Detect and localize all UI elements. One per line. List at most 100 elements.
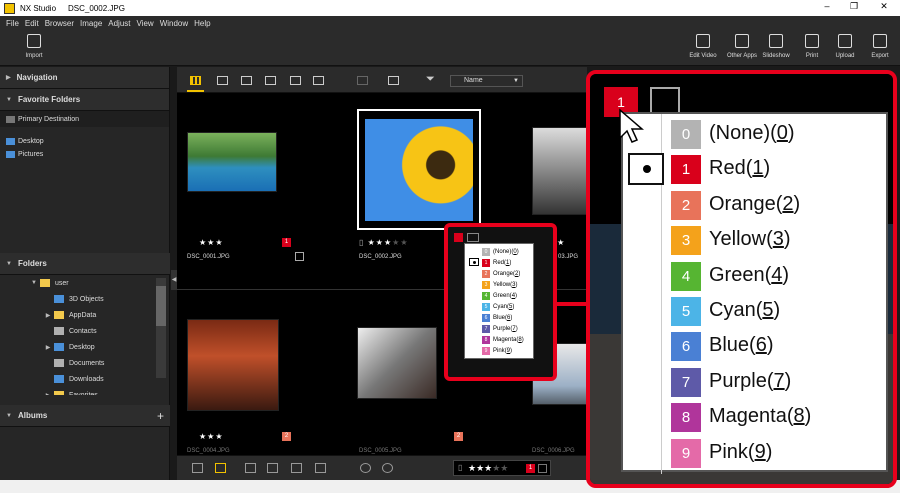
photo-thumbnail-3[interactable] (532, 127, 587, 215)
label-option-green-large[interactable]: 4 Green(4) (623, 259, 888, 294)
label-option-none[interactable]: 0 (None)(0) (466, 246, 532, 257)
folder-tree-item[interactable]: Contacts (0, 323, 170, 339)
menu-edit[interactable]: Edit (25, 19, 39, 28)
rating-control[interactable]: ▯ ★★★★★ 1 (453, 460, 551, 476)
import-button[interactable]: Import (15, 34, 53, 59)
label-option-blue-large[interactable]: 6 Blue(6) (623, 329, 888, 364)
protect-icon[interactable] (538, 464, 547, 473)
label-option-orange-large[interactable]: 2 Orange(2) (623, 188, 888, 223)
color-label-1[interactable]: 1 (282, 238, 291, 247)
label-option-pink-large[interactable]: 9 Pink(9) (623, 436, 888, 471)
rating-stars-1[interactable]: ★★★ (199, 238, 224, 247)
label-option-green[interactable]: 4 Green(4) (466, 290, 532, 301)
photo-thumbnail-1[interactable] (187, 132, 277, 192)
navigation-panel-header[interactable]: ▶ Navigation (0, 67, 169, 89)
compare-icon[interactable] (245, 463, 256, 473)
highlight-icon[interactable] (215, 463, 226, 473)
label-option-none-large[interactable]: 0 (None)(0) (623, 117, 888, 152)
label-option-cyan-large[interactable]: 5 Cyan(5) (623, 294, 888, 329)
favorite-pictures[interactable]: Pictures (0, 148, 169, 161)
menu-window[interactable]: Window (160, 19, 188, 28)
minimize-icon[interactable]: – (820, 1, 834, 11)
folder-tree-item[interactable]: ▶ Favorites (0, 387, 170, 395)
compare-view-icon[interactable] (265, 76, 276, 85)
expand-arrow-icon[interactable]: ▶ (42, 392, 54, 396)
rotate-right-icon[interactable] (382, 463, 393, 473)
list-view-icon[interactable] (217, 76, 228, 85)
close-icon[interactable]: ✕ (877, 1, 891, 12)
menu-view[interactable]: View (137, 19, 154, 28)
label-button-small[interactable] (454, 233, 463, 242)
protect-icon[interactable] (467, 233, 479, 242)
favorite-desktop[interactable]: Desktop (0, 135, 169, 148)
folder-tree-item[interactable]: ▶ Desktop (0, 339, 170, 355)
photo-thumbnail-5[interactable] (357, 327, 437, 399)
folder-tree-item[interactable]: ▶ AppData (0, 307, 170, 323)
rating-stars-2[interactable]: ▯ ★★★★★ (359, 238, 408, 247)
label-option-blue[interactable]: 6 Blue(6) (466, 312, 532, 323)
layout-icon[interactable] (357, 76, 368, 85)
label-option-magenta[interactable]: 8 Magenta(8) (466, 334, 532, 345)
maximize-icon[interactable]: ❐ (847, 1, 861, 12)
edit-video-button[interactable]: Edit Video (684, 34, 722, 59)
stack-icon[interactable] (192, 463, 203, 473)
rating-stars-4[interactable]: ★★★ (199, 432, 224, 441)
photo-thumbnail-4[interactable] (187, 319, 279, 411)
color-label-4[interactable]: 2 (282, 432, 291, 441)
full-screen-icon[interactable] (388, 76, 399, 85)
favorite-folders-header[interactable]: ▼ Favorite Folders (0, 89, 169, 111)
bottom-rating-stars[interactable]: ★★★★★ (468, 463, 508, 474)
bottom-color-label[interactable]: 1 (526, 464, 535, 473)
label-option-purple-large[interactable]: 7 Purple(7) (623, 365, 888, 400)
menu-image[interactable]: Image (80, 19, 102, 28)
folder-tree-item[interactable]: 3D Objects (0, 291, 170, 307)
rotate-left-icon[interactable] (360, 463, 371, 473)
edited-icon (295, 252, 304, 261)
label-option-yellow-large[interactable]: 3 Yellow(3) (623, 223, 888, 258)
folder-tree-item[interactable]: Documents (0, 355, 170, 371)
slideshow-button[interactable]: Slideshow (757, 34, 795, 59)
label-option-text: Orange(2) (493, 270, 521, 277)
single-view-icon[interactable] (241, 76, 252, 85)
label-option-purple[interactable]: 7 Purple(7) (466, 323, 532, 334)
other-apps-button[interactable]: Other Apps (723, 34, 761, 59)
expand-arrow-icon[interactable]: ▶ (42, 344, 54, 351)
folder-label: Favorites (69, 391, 98, 396)
slideshow-icon (769, 34, 783, 48)
label-option-pink[interactable]: 9 Pink(9) (466, 345, 532, 356)
label-option-orange[interactable]: 2 Orange(2) (466, 268, 532, 279)
folder-tree-item[interactable]: Downloads (0, 371, 170, 387)
expand-arrow-icon[interactable]: ▶ (42, 312, 54, 319)
menu-browser[interactable]: Browser (45, 19, 74, 28)
photo-thumbnail-2-selected[interactable] (357, 109, 481, 230)
reject-icon[interactable]: ▯ (458, 463, 462, 472)
info-icon[interactable] (291, 463, 302, 473)
upload-button[interactable]: Upload (826, 34, 864, 59)
label-swatch: 6 (671, 332, 701, 362)
add-album-button[interactable]: + (157, 409, 164, 423)
multi-view-icon[interactable] (290, 76, 301, 85)
primary-destination[interactable]: Primary Destination (0, 111, 169, 127)
menu-adjust[interactable]: Adjust (108, 19, 130, 28)
grid-icon[interactable] (267, 463, 278, 473)
sort-dropdown[interactable]: Name ▼ (450, 75, 523, 87)
label-option-yellow[interactable]: 3 Yellow(3) (466, 279, 532, 290)
folders-header[interactable]: ▼ Folders (0, 253, 170, 275)
histogram-icon[interactable] (315, 463, 326, 473)
label-option-red[interactable]: 1 Red(1) (466, 257, 532, 268)
map-view-icon[interactable] (313, 76, 324, 85)
protect-icon-large[interactable] (650, 87, 680, 115)
expand-arrow-icon[interactable]: ▼ (28, 280, 40, 286)
export-button[interactable]: Export (861, 34, 899, 59)
folder-tree-item[interactable]: ▼ user (0, 275, 170, 291)
grid-view-icon[interactable] (190, 76, 201, 85)
albums-header[interactable]: ▼ Albums + (0, 405, 170, 427)
filter-icon[interactable]: ⏷ (426, 73, 435, 86)
folder-tree-scrollbar[interactable] (156, 278, 166, 378)
label-option-cyan[interactable]: 5 Cyan(5) (466, 301, 532, 312)
color-label-5[interactable]: 2 (454, 432, 463, 441)
label-swatch: 8 (482, 335, 490, 344)
menu-file[interactable]: File (6, 19, 19, 28)
menu-help[interactable]: Help (194, 19, 210, 28)
label-option-magenta-large[interactable]: 8 Magenta(8) (623, 400, 888, 435)
